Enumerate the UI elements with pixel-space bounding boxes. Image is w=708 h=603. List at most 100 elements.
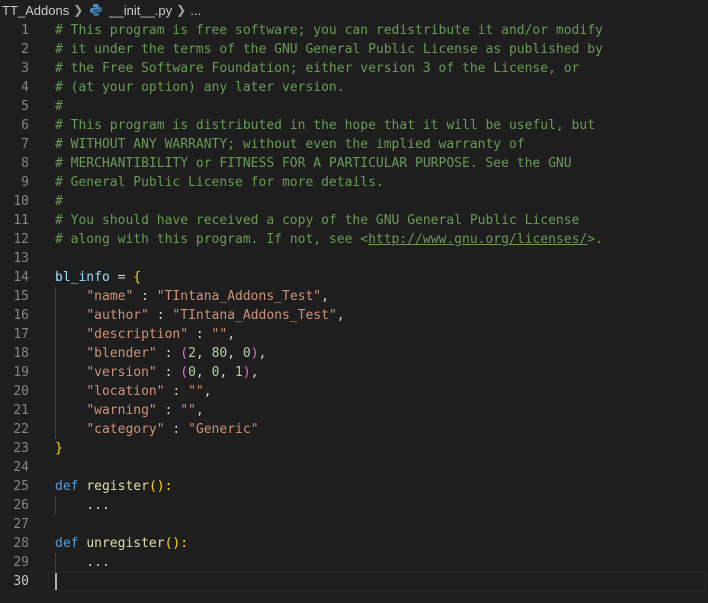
line-number: 7 (21, 137, 29, 152)
token-str: "category" (86, 422, 165, 437)
code-text: ... (55, 553, 110, 572)
code-text: # You should have received a copy of the… (55, 211, 579, 230)
line-number: 9 (21, 175, 29, 190)
code-line[interactable]: 27 (0, 515, 708, 534)
code-text: # This program is distributed in the hop… (55, 116, 595, 135)
token-str: "author" (86, 308, 149, 323)
token-plain: , (227, 346, 243, 361)
code-text: # along with this program. If not, see <… (55, 230, 603, 249)
code-line[interactable]: 9 # General Public License for more detai… (0, 173, 708, 192)
token-var: bl_info (55, 270, 110, 285)
code-line[interactable]: 19 "version" : (0, 0, 1), (0, 363, 708, 382)
token-plain: , (258, 346, 267, 361)
indent-guide (55, 553, 56, 572)
code-line[interactable]: 21 "warning" : "", (0, 401, 708, 420)
code-line[interactable]: 29 ... (0, 553, 708, 572)
token-link[interactable]: http://www.gnu.org/licenses/ (368, 232, 587, 247)
code-text: bl_info = { (55, 268, 141, 287)
token-str: "" (180, 403, 196, 418)
token-comment: # (55, 194, 63, 209)
token-brace2: ( (180, 346, 189, 361)
code-line[interactable]: 26 ... (0, 496, 708, 515)
code-text: # (55, 192, 63, 211)
code-editor[interactable]: 1 # This program is free software; you ca… (0, 20, 708, 603)
line-number: 15 (13, 289, 29, 304)
code-line[interactable]: 23} (0, 439, 708, 458)
indent-guide (55, 287, 56, 439)
token-plain: ... (86, 555, 110, 570)
code-line[interactable]: 28 def unregister(): (0, 534, 708, 553)
token-num: 80 (211, 346, 228, 361)
line-number: 16 (13, 308, 29, 323)
token-kw: def (55, 536, 79, 551)
token-comment: # This program is distributed in the hop… (55, 118, 596, 133)
code-line[interactable]: 11 # You should have received a copy of t… (0, 211, 708, 230)
token-num: 1 (235, 365, 243, 380)
token-kw: def (55, 479, 79, 494)
code-line[interactable]: 4 # (at your option) any later version. (0, 78, 708, 97)
token-plain: , (336, 308, 345, 323)
breadcrumb: TT_Addons ❯ __init__.py ❯ ... (0, 0, 708, 20)
code-line[interactable]: 3 # the Free Software Foundation; either … (0, 59, 708, 78)
code-line[interactable]: 10 # (0, 192, 708, 211)
code-text: "category" : "Generic" (55, 420, 258, 439)
token-comment: # along with this program. If not, see < (55, 232, 369, 247)
token-plain: = (109, 270, 134, 285)
code-text: # General Public License for more detail… (55, 173, 384, 192)
code-line[interactable]: 15 "name" : "TIntana_Addons_Test", (0, 287, 708, 306)
token-plain: , (219, 365, 236, 380)
breadcrumb-folder[interactable]: TT_Addons (0, 3, 71, 18)
code-line[interactable]: 30 (0, 572, 708, 591)
code-line[interactable]: 16 "author" : "TIntana_Addons_Test", (0, 306, 708, 325)
code-line[interactable]: 6 # This program is distributed in the ho… (0, 116, 708, 135)
token-brace1: { (133, 270, 142, 285)
token-comment: # it under the terms of the GNU General … (55, 42, 603, 57)
code-line[interactable]: 13 (0, 249, 708, 268)
code-line[interactable]: 8 # MERCHANTIBILITY or FITNESS FOR A PART… (0, 154, 708, 173)
line-number: 29 (13, 555, 29, 570)
line-number: 8 (21, 156, 29, 171)
token-plain: : (164, 384, 189, 399)
code-line[interactable]: 17 "description" : "", (0, 325, 708, 344)
code-text: ... (55, 496, 109, 515)
code-line[interactable]: 7 # WITHOUT ANY WARRANTY; without even th… (0, 135, 708, 154)
token-brace1: } (55, 441, 63, 456)
line-number: 24 (13, 460, 29, 475)
chevron-right-icon: ❯ (73, 3, 84, 17)
token-plain: , (250, 365, 259, 380)
token-plain: : (133, 289, 157, 304)
token-str: "name" (86, 289, 134, 304)
line-number: 14 (13, 270, 29, 285)
code-line[interactable]: 14 bl_info = { (0, 268, 708, 287)
breadcrumb-symbol[interactable]: ... (188, 3, 203, 18)
code-line[interactable]: 5 # (0, 97, 708, 116)
code-line[interactable]: 25 def register(): (0, 477, 708, 496)
line-number: 13 (13, 251, 29, 266)
code-line[interactable]: 1 # This program is free software; you ca… (0, 21, 708, 40)
code-line[interactable]: 12 # along with this program. If not, see… (0, 230, 708, 249)
token-brace2: ( (180, 365, 189, 380)
token-plain: : (156, 403, 181, 418)
code-line[interactable]: 24 (0, 458, 708, 477)
token-str: "version" (86, 365, 157, 380)
code-line[interactable]: 18 "blender" : (2, 80, 0), (0, 344, 708, 363)
token-brace1: (): (148, 479, 173, 494)
code-text: def register(): (55, 477, 172, 496)
token-comment: # MERCHANTIBILITY or FITNESS FOR A PARTI… (55, 156, 572, 171)
code-line[interactable]: 2 # it under the terms of the GNU General… (0, 40, 708, 59)
line-number: 22 (13, 422, 29, 437)
token-plain: : (164, 422, 189, 437)
line-number: 23 (13, 441, 29, 456)
line-number: 12 (13, 232, 29, 247)
line-number: 28 (13, 536, 29, 551)
code-line[interactable]: 22 "category" : "Generic" (0, 420, 708, 439)
line-number: 10 (13, 194, 29, 209)
text-cursor (55, 573, 57, 590)
breadcrumb-file[interactable]: __init__.py (107, 3, 174, 18)
code-line[interactable]: 20 "location" : "", (0, 382, 708, 401)
